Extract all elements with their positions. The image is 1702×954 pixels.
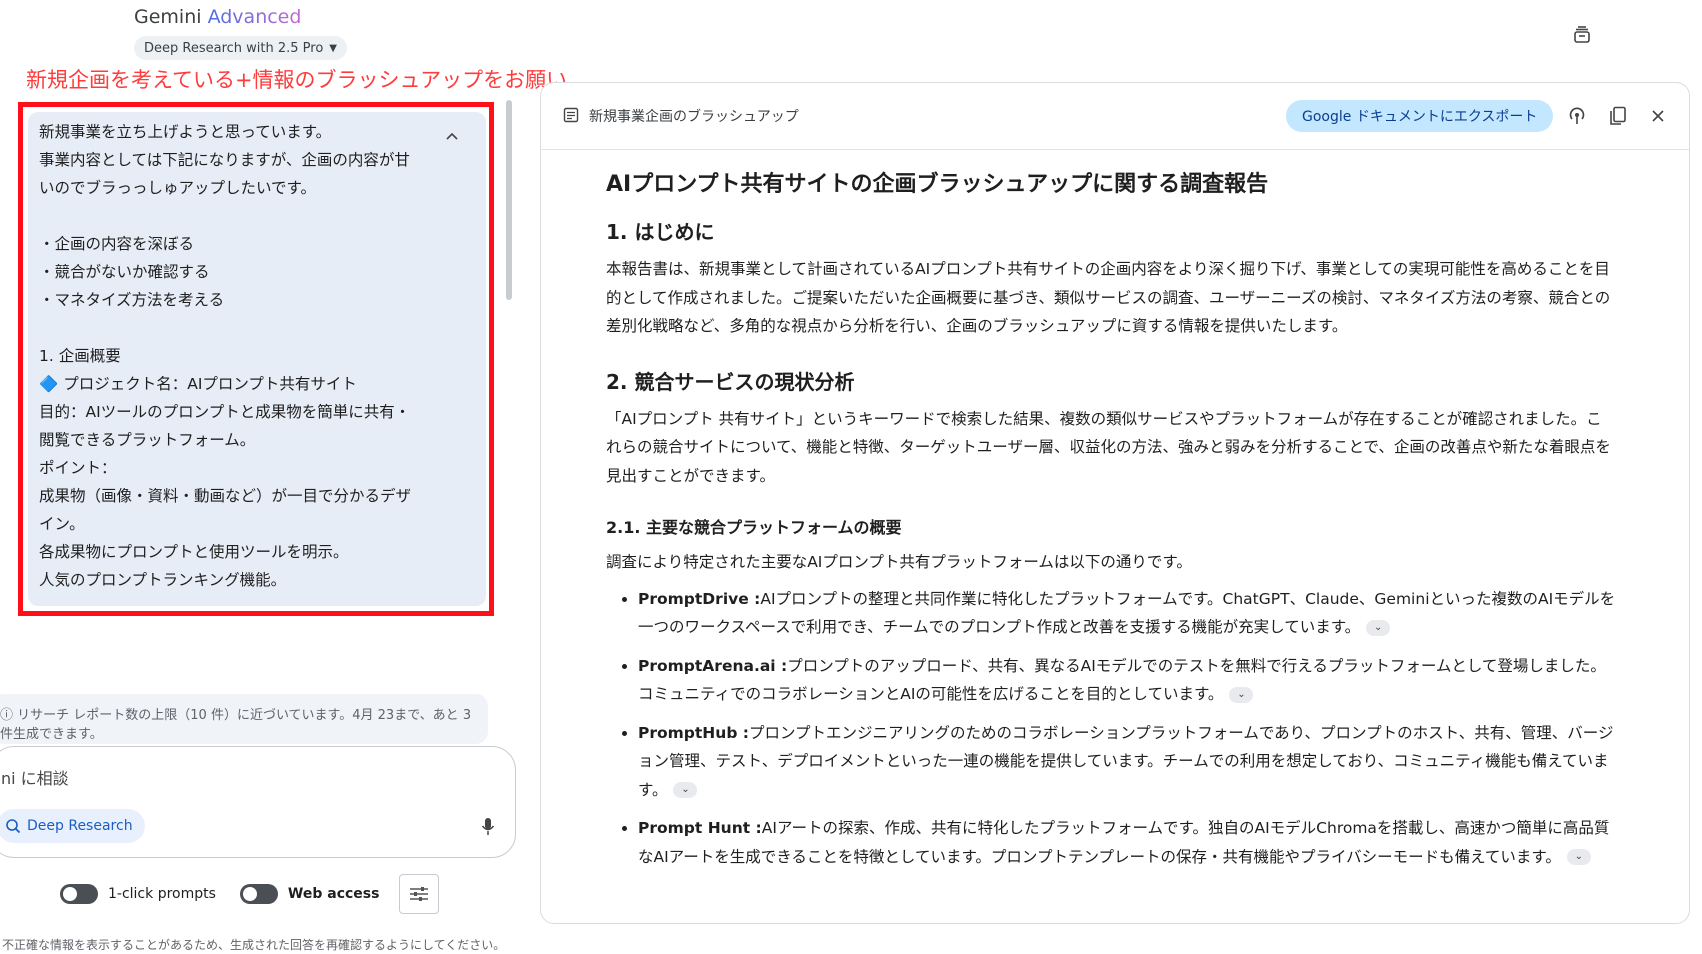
caret-down-icon: ▼	[329, 42, 337, 54]
subsection-intro: 調査により特定された主要なAIプロンプト共有プラットフォームは以下の通りです。	[606, 553, 1192, 571]
disclaimer-text: 不正確な情報を表示することがあるため、生成された回答を再確認するようにしてくださ…	[2, 938, 506, 952]
web-access-toggle[interactable]	[239, 884, 278, 904]
chevron-down-icon[interactable]: ⌄	[1566, 849, 1591, 865]
info-icon: ⓘ	[0, 708, 18, 723]
annotation-text: 新規企画を考えている+情報のブラッシュアップをお願い	[26, 68, 568, 92]
app-brand: Gemini Advanced	[134, 6, 301, 28]
document-panel: 新規事業企画のブラッシュアップ Google ドキュメントにエクスポート AIプ…	[540, 82, 1690, 924]
list-item: PromptDrive :AIプロンプトの整理と共同作業に特化したプラットフォー…	[638, 585, 1616, 642]
document-title: AIプロンプト共有サイトの企画ブラッシュアップに関する調査報告	[606, 172, 1269, 197]
one-click-prompts-label: 1-click prompts	[108, 886, 216, 902]
section-heading-competitors: 2. 競合サービスの現状分析	[606, 369, 855, 394]
prompt-input[interactable]: ni に相談 Deep Research	[0, 746, 516, 858]
competitor-desc: プロンプトエンジニアリングのためのコラボレーションプラットフォームであり、プロン…	[638, 723, 1614, 799]
deep-research-button[interactable]: Deep Research	[0, 809, 145, 843]
export-to-docs-button[interactable]: Google ドキュメントにエクスポート	[1286, 100, 1554, 132]
competitor-name: PromptDrive :	[638, 589, 761, 608]
competitor-desc: AIアートの探索、作成、共有に特化したプラットフォームです。独自のAIモデルCh…	[638, 819, 1610, 866]
list-item: PromptHub :プロンプトエンジニアリングのためのコラボレーションプラット…	[638, 719, 1616, 805]
competitor-name: PromptArena.ai :	[638, 656, 788, 675]
settings-tune-button[interactable]	[399, 874, 440, 914]
list-item: Prompt Hunt :AIアートの探索、作成、共有に特化したプラットフォーム…	[638, 814, 1616, 871]
competitor-desc: AIプロンプトの整理と共同作業に特化したプラットフォームです。ChatGPT、C…	[638, 589, 1616, 637]
one-click-prompts-toggle[interactable]	[60, 884, 98, 904]
document-tab-title: 新規事業企画のブラッシュアップ	[589, 109, 799, 125]
brand-name: Gemini	[134, 6, 202, 28]
list-item: PromptArena.ai :プロンプトのアップロード、共有、異なるAIモデル…	[638, 652, 1616, 709]
chevron-down-icon[interactable]: ⌄	[673, 782, 698, 798]
quota-warning-text: リサーチ レポート数の上限（10 件）に近づいています。4月 23まで、あと 3…	[0, 708, 472, 742]
document-body: AIプロンプト共有サイトの企画ブラッシュアップに関する調査報告 1. はじめに …	[606, 169, 1616, 881]
model-selector-label: Deep Research with 2.5 Pro	[144, 40, 324, 56]
deep-research-label: Deep Research	[27, 818, 133, 834]
quota-warning: ⓘ リサーチ レポート数の上限（10 件）に近づいています。4月 23まで、あと…	[0, 694, 488, 744]
competitor-name: Prompt Hunt :	[638, 819, 762, 837]
competitor-name: PromptHub :	[638, 723, 750, 742]
brand-tier: Advanced	[207, 6, 302, 28]
close-icon[interactable]	[1647, 105, 1669, 127]
web-access-label: Web access	[287, 886, 380, 902]
model-selector[interactable]: Deep Research with 2.5 Pro ▼	[134, 36, 347, 60]
document-icon	[563, 107, 579, 123]
section-body-intro: 本報告書は、新規事業として計画されているAIプロンプト共有サイトの企画内容をより…	[606, 260, 1611, 335]
deep-research-icon	[6, 819, 21, 834]
stack-icon[interactable]	[1567, 20, 1597, 50]
section-body-competitors: 「AIプロンプト 共有サイト」というキーワードで検索した結果、複数の類似サービス…	[606, 409, 1611, 485]
highlight-frame	[18, 102, 494, 616]
toggle-bar: 1-click prompts Web access	[60, 874, 440, 914]
scrollbar[interactable]	[506, 100, 512, 300]
subsection-heading-platforms: 2.1. 主要な競合プラットフォームの概要	[606, 518, 902, 537]
chevron-down-icon[interactable]: ⌄	[1229, 686, 1254, 703]
chevron-down-icon[interactable]: ⌄	[1366, 619, 1391, 636]
tune-icon	[410, 887, 429, 901]
podcast-icon[interactable]	[1566, 105, 1588, 127]
competitor-list: PromptDrive :AIプロンプトの整理と共同作業に特化したプラットフォー…	[606, 585, 1616, 872]
prompt-input-placeholder: ni に相談	[1, 769, 69, 788]
microphone-icon[interactable]	[481, 817, 497, 837]
section-heading-intro: 1. はじめに	[606, 220, 715, 244]
copy-icon[interactable]	[1607, 105, 1629, 127]
document-header: 新規事業企画のブラッシュアップ Google ドキュメントにエクスポート	[541, 83, 1689, 150]
